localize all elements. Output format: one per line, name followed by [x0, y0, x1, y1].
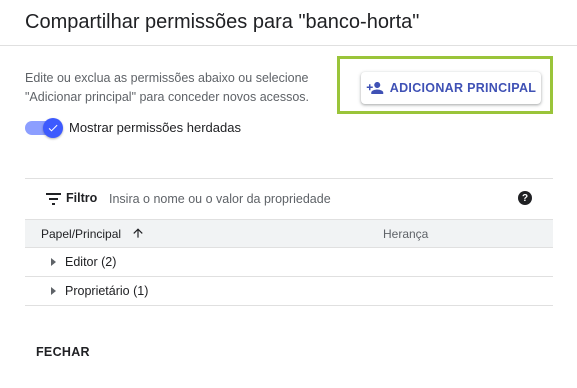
close-button[interactable]: FECHAR [28, 338, 98, 366]
dialog-title: Compartilhar permissões para "banco-hort… [25, 11, 420, 33]
add-principal-button[interactable]: ADICIONAR PRINCIPAL [361, 72, 541, 104]
person-add-icon [366, 79, 384, 97]
title-divider [0, 45, 577, 46]
add-principal-label: ADICIONAR PRINCIPAL [389, 81, 537, 95]
table-row-owner[interactable]: Proprietário (1) [25, 277, 553, 306]
dialog-description: Edite ou exclua as permissões abaixo ou … [25, 71, 310, 104]
table-header: Papel/Principal Herança [25, 219, 553, 248]
show-inherited-label: Mostrar permissões herdadas [69, 120, 241, 135]
column-header-inheritance: Herança [383, 227, 429, 241]
share-permissions-dialog: Compartilhar permissões para "banco-hort… [0, 0, 577, 388]
table-row-editor[interactable]: Editor (2) [25, 248, 553, 277]
expand-icon[interactable] [51, 287, 56, 295]
row-label: Proprietário (1) [65, 284, 149, 298]
row-label: Editor (2) [65, 255, 117, 269]
filter-bar: Filtro ? [25, 186, 553, 212]
help-icon[interactable]: ? [518, 191, 532, 205]
filter-label: Filtro [66, 191, 98, 205]
column-header-role[interactable]: Papel/Principal [41, 227, 121, 241]
arrow-upward-icon[interactable] [131, 226, 145, 240]
filter-icon [46, 193, 61, 205]
filter-input[interactable] [109, 188, 499, 210]
check-icon [48, 124, 58, 132]
expand-icon[interactable] [51, 258, 56, 266]
toggle-thumb [43, 118, 63, 138]
show-inherited-toggle[interactable] [25, 118, 63, 138]
table-top-divider [25, 178, 553, 179]
